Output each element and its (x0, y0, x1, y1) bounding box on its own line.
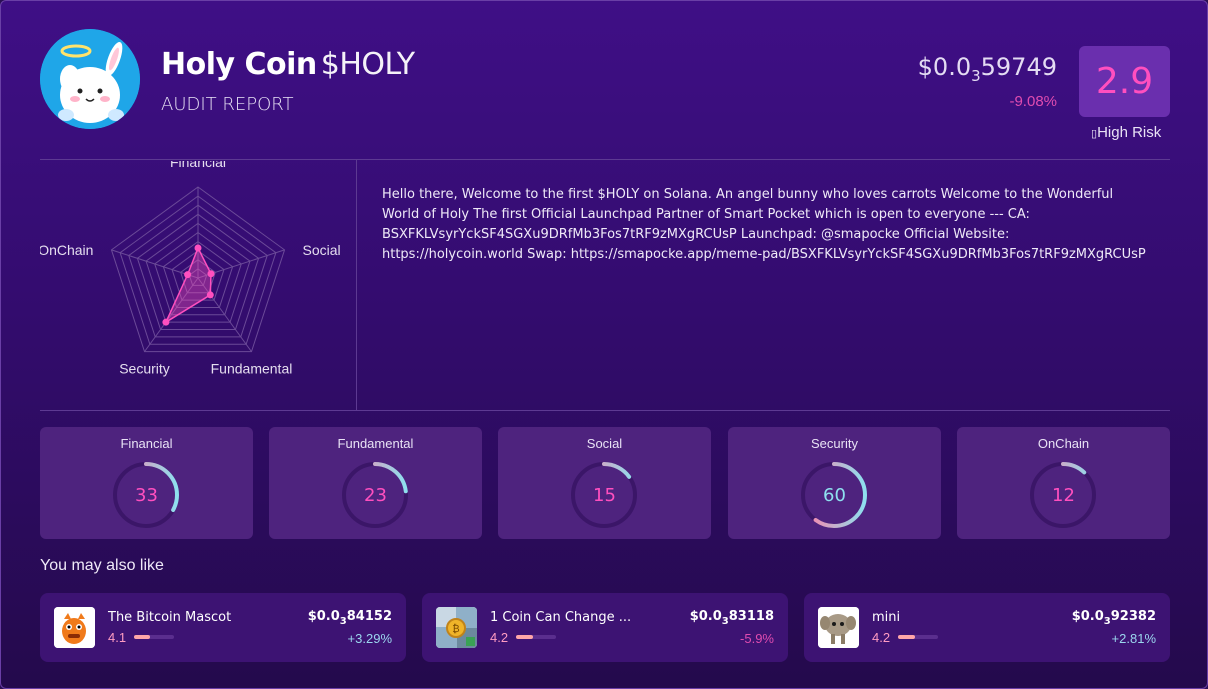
risk-label: ▯High Risk (1091, 124, 1162, 141)
recommendation-change: +3.29% (347, 631, 392, 646)
mascot-icon (54, 607, 95, 648)
score-bar-fill (134, 635, 151, 639)
recommendation-score-bar (516, 635, 556, 639)
score-card-label: Financial (120, 436, 173, 451)
recommendation-name: 1 Coin Can Change ... (490, 610, 632, 625)
score-bar-fill (516, 635, 533, 639)
recommendation-score: 4.1 (108, 630, 127, 645)
radar-label-fundamental: Fundamental (211, 361, 293, 377)
score-bar-fill (898, 635, 915, 639)
token-ticker: $HOLY (320, 47, 415, 82)
recommendation-price: $0.0384152 (307, 609, 392, 627)
token-title: Holy Coin $HOLY (161, 47, 415, 82)
radar-label-onchain: OnChain (40, 242, 93, 258)
recommendation-price: $0.0392382 (1071, 609, 1156, 627)
overall-score-box: 2.9 (1079, 46, 1170, 117)
score-card-value: 12 (1052, 485, 1075, 506)
token-name: Holy Coin (161, 47, 317, 82)
score-card-fundamental: Fundamental 23 (269, 427, 482, 539)
score-card-label: Social (586, 436, 623, 451)
score-card-value: 15 (593, 485, 616, 506)
score-card-onchain: OnChain 12 (957, 427, 1170, 539)
radar-label-financial: Financial (170, 161, 226, 170)
recommendation-price: $0.0383118 (689, 609, 774, 627)
recommendation-card[interactable]: The Bitcoin Mascot 4.1 $0.0384152 +3.29% (40, 593, 406, 662)
radar-data-polygon (164, 246, 212, 325)
divider-middle (40, 410, 1170, 411)
score-card-value: 60 (823, 485, 846, 506)
recommendation-card[interactable]: ₿ 1 Coin Can Change ... 4.2 $0.0383118 -… (422, 593, 788, 662)
creature-icon (818, 607, 859, 648)
recommendation-name: mini (872, 610, 901, 625)
divider-top (40, 159, 1170, 160)
divider-vertical (356, 160, 357, 410)
overall-score: 2.9 (1095, 61, 1154, 102)
radar-point-fundamental (206, 291, 214, 299)
recommendation-change: +2.81% (1111, 631, 1156, 646)
radar-point-financial (194, 244, 202, 252)
score-card-label: OnChain (1037, 436, 1090, 451)
price-block: $0.0359749 -9.08% (918, 53, 1057, 110)
coin-collage-icon: ₿ (436, 607, 477, 648)
radar-point-social (207, 270, 215, 278)
bunny-angel-icon (40, 29, 140, 129)
recommendation-score-bar (898, 635, 938, 639)
score-radar-chart: Financial Social Fundamental Security OnChai… (40, 161, 341, 377)
radar-point-onchain (184, 271, 192, 279)
score-card-security: Security 60 (728, 427, 941, 539)
token-thumbnail (818, 607, 859, 648)
recommendation-score: 4.2 (872, 630, 891, 645)
recommendation-score-bar (134, 635, 174, 639)
token-avatar (40, 29, 140, 129)
recommendation-score: 4.2 (490, 630, 509, 645)
score-card-label: Security (811, 436, 858, 451)
score-card-label: Fundamental (337, 436, 414, 451)
score-card-social: Social 15 (498, 427, 711, 539)
token-description: Hello there, Welcome to the first $HOLY … (382, 187, 1146, 262)
recommendations-title: You may also like (40, 557, 164, 574)
score-card-value: 33 (135, 485, 158, 506)
price-change: -9.08% (1009, 93, 1057, 110)
audit-report-page: Holy Coin $HOLY AUDIT REPORT $0.0359749 -… (0, 0, 1208, 689)
recommendation-change: -5.9% (740, 631, 774, 646)
svg-text:₿: ₿ (452, 623, 459, 635)
token-thumbnail (54, 607, 95, 648)
token-price: $0.0359749 (917, 53, 1057, 85)
token-title-block: Holy Coin $HOLY AUDIT REPORT (161, 47, 415, 115)
radar-label-social: Social (303, 242, 341, 258)
score-card-value: 23 (364, 485, 387, 506)
radar-label-security: Security (119, 361, 170, 377)
recommendation-name: The Bitcoin Mascot (108, 610, 232, 625)
token-thumbnail: ₿ (436, 607, 477, 648)
report-subtitle: AUDIT REPORT (161, 94, 294, 115)
score-card-financial: Financial 33 (40, 427, 253, 539)
radar-point-security (162, 318, 170, 326)
recommendation-card[interactable]: mini 4.2 $0.0392382 +2.81% (804, 593, 1170, 662)
